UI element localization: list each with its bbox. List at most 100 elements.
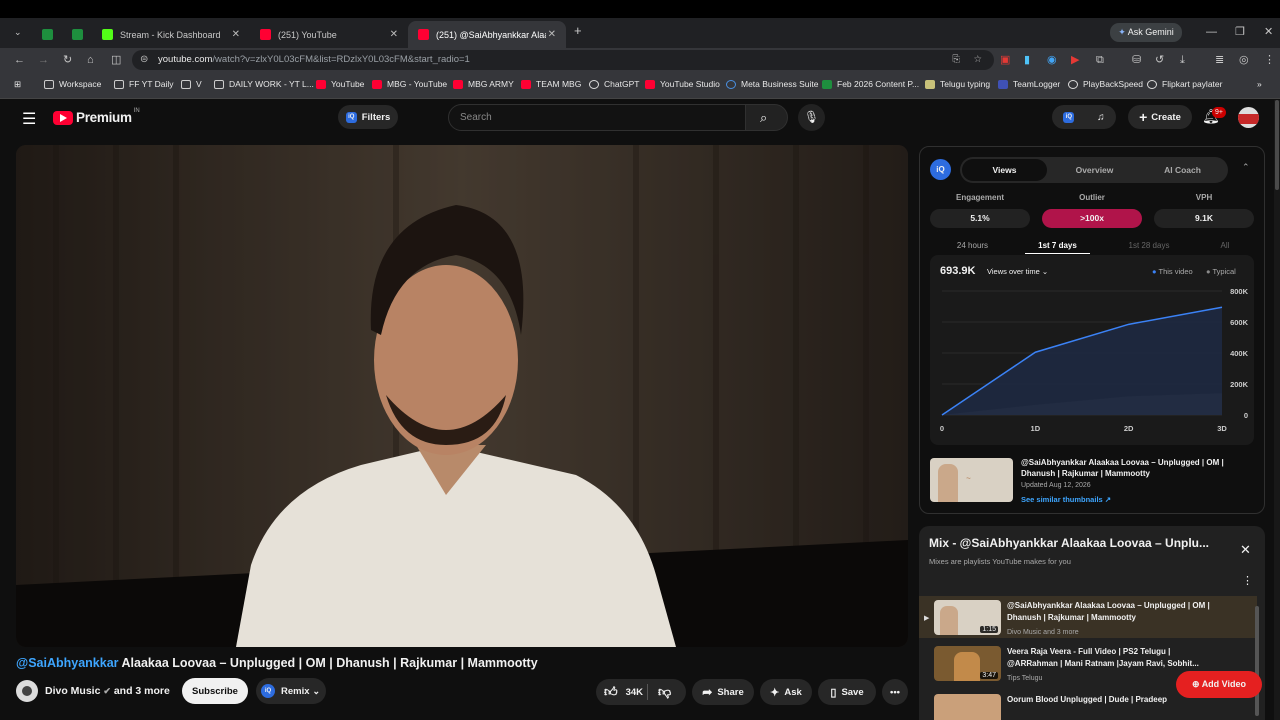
site-info-icon[interactable]: ⊜ bbox=[140, 50, 148, 70]
like-icon[interactable]: 👍︎ bbox=[604, 684, 618, 700]
page-scrollbar[interactable] bbox=[1274, 100, 1280, 720]
range-first-28-days[interactable]: 1st 28 days bbox=[1114, 241, 1184, 250]
tab-sheets-2[interactable] bbox=[62, 21, 88, 48]
see-similar-thumbnails-link[interactable]: See similar thumbnails ↗ bbox=[1021, 495, 1111, 504]
tab-overview[interactable]: Overview bbox=[1052, 159, 1137, 181]
extensions-puzzle-icon[interactable]: ⧉ bbox=[1096, 53, 1104, 67]
apps-grid-icon[interactable]: ⊞ bbox=[14, 79, 21, 90]
bookmark-ff-yt-daily[interactable]: FF YT Daily bbox=[114, 79, 174, 89]
search-button[interactable]: ⌕ bbox=[745, 104, 788, 131]
close-icon[interactable]: ✕ bbox=[390, 29, 398, 40]
gemini-icon: ✦ bbox=[1118, 27, 1128, 37]
avatar[interactable] bbox=[1238, 107, 1259, 128]
filters-button[interactable]: iQ Filters bbox=[338, 105, 398, 129]
youtube-premium-logo[interactable]: Premium IN bbox=[53, 108, 140, 125]
install-app-icon[interactable]: ⎘ bbox=[952, 50, 960, 70]
more-vertical-icon[interactable]: ⋮ bbox=[1242, 574, 1253, 587]
browser-menu-icon[interactable]: ⋮ bbox=[1264, 53, 1275, 67]
more-actions-button[interactable]: ••• bbox=[882, 679, 908, 705]
like-dislike-group: 👍︎ 34K 👎︎ bbox=[596, 679, 686, 705]
add-video-icon: ⊕ bbox=[1191, 679, 1202, 689]
extension-5-icon[interactable]: ⛁ bbox=[1132, 53, 1141, 67]
bookmark-mbg-army[interactable]: MBG ARMY bbox=[453, 79, 514, 89]
reload-icon[interactable]: ↻ bbox=[63, 53, 72, 67]
remix-button[interactable]: iQ Remix ⌄ bbox=[256, 678, 326, 704]
more-bookmarks-icon[interactable]: » bbox=[1257, 79, 1262, 89]
bookmark-workspace[interactable]: Workspace bbox=[44, 79, 101, 89]
tab-ai-coach[interactable]: AI Coach bbox=[1140, 159, 1225, 181]
more-horizontal-icon: ••• bbox=[890, 686, 900, 698]
tab-search-icon[interactable]: ⌄ bbox=[14, 25, 22, 39]
bookmark-team-mbg[interactable]: TEAM MBG bbox=[521, 79, 581, 89]
extension-3-icon[interactable]: ◉ bbox=[1047, 53, 1057, 67]
bookmark-daily-work[interactable]: DAILY WORK - YT L... bbox=[214, 79, 314, 89]
back-icon[interactable]: ← bbox=[14, 53, 25, 67]
forward-icon[interactable]: → bbox=[38, 53, 49, 67]
channel-avatar[interactable] bbox=[16, 680, 38, 702]
bookmark-mbg-youtube[interactable]: MBG - YouTube bbox=[372, 79, 447, 89]
channel-name[interactable]: Divo Music ✔ and 3 more bbox=[45, 685, 170, 697]
bookmark-telugu-typing[interactable]: Telugu typing bbox=[925, 79, 990, 89]
vidiq-icon: iQ bbox=[261, 684, 275, 698]
bookmark-v[interactable]: V bbox=[181, 79, 202, 89]
subscribe-button[interactable]: Subscribe bbox=[182, 678, 248, 704]
collapse-icon[interactable]: ⌃ bbox=[1242, 162, 1250, 173]
tab-search-icon[interactable]: ≣ bbox=[1215, 53, 1224, 67]
tab-youtube[interactable]: (251) YouTube ✕ bbox=[250, 21, 408, 48]
video-title: @SaiAbhyankkar Alaakaa Loovaa – Unplugge… bbox=[16, 656, 538, 670]
save-button[interactable]: ▯ Save bbox=[818, 679, 876, 705]
bookmark-youtube[interactable]: YouTube bbox=[316, 79, 364, 89]
menu-icon[interactable]: ☰ bbox=[22, 109, 36, 129]
bookmarks-bar: ⊞ Workspace FF YT Daily V DAILY WORK - Y… bbox=[0, 72, 1280, 99]
bookmark-playbackspeed[interactable]: PlayBackSpeed bbox=[1068, 79, 1143, 89]
window-close-icon[interactable]: ✕ bbox=[1264, 25, 1273, 39]
bookmark-teamlogger[interactable]: TeamLogger bbox=[998, 79, 1060, 89]
bookmark-star-icon[interactable]: ☆ bbox=[973, 50, 982, 70]
tab-current-video[interactable]: (251) @SaiAbhyankkar Alaakaa✕ bbox=[408, 21, 566, 48]
tab-kick-dashboard[interactable]: Stream - Kick Dashboard ✕ bbox=[92, 21, 250, 48]
bookmark-youtube-studio[interactable]: YouTube Studio bbox=[645, 79, 720, 89]
title-hashtag-link[interactable]: @SaiAbhyankkar bbox=[16, 656, 119, 670]
extension-4-icon[interactable]: ▶ bbox=[1071, 53, 1079, 67]
playlist-item-current[interactable]: ▶ 1:15 @SaiAbhyankkar Alaakaa Loovaa – U… bbox=[919, 596, 1257, 638]
download-icon[interactable]: ⤓ bbox=[1180, 53, 1185, 67]
search-input[interactable]: Search bbox=[448, 104, 746, 131]
create-button[interactable]: + Create bbox=[1128, 105, 1192, 129]
home-icon[interactable]: ⌂ bbox=[87, 53, 94, 67]
playlist-scrollbar[interactable] bbox=[1255, 606, 1259, 716]
new-tab-icon[interactable]: + bbox=[574, 24, 582, 38]
tab-sheets-1[interactable] bbox=[32, 21, 58, 48]
bookmark-feb-content[interactable]: Feb 2026 Content P... bbox=[822, 79, 919, 89]
range-24-hours[interactable]: 24 hours bbox=[940, 241, 1005, 250]
vidiq-toolbar[interactable]: iQ ♫ bbox=[1052, 105, 1116, 129]
bookmark-icon: ▯ bbox=[830, 686, 837, 699]
ask-button[interactable]: ✦ Ask bbox=[760, 679, 812, 705]
ask-gemini-button[interactable]: ✦ Ask Gemini bbox=[1110, 23, 1182, 42]
voice-search-button[interactable]: 🎙︎ bbox=[798, 104, 825, 131]
close-icon[interactable]: ✕ bbox=[1240, 542, 1251, 558]
tab-views[interactable]: Views bbox=[962, 159, 1047, 181]
history-icon[interactable]: ↺ bbox=[1155, 53, 1164, 67]
restore-icon[interactable]: ❐ bbox=[1235, 25, 1245, 39]
profile-icon[interactable]: ◎ bbox=[1239, 53, 1249, 67]
address-bar[interactable]: ⊜ youtube.com/watch?v=zlxY0L03cFM&list=R… bbox=[132, 50, 994, 70]
range-all[interactable]: All bbox=[1210, 241, 1240, 250]
minimize-icon[interactable]: — bbox=[1206, 25, 1217, 39]
close-icon[interactable]: ✕ bbox=[548, 29, 556, 40]
views-over-time-dropdown[interactable]: Views over time ⌄ bbox=[987, 267, 1048, 276]
bookmark-meta-business[interactable]: Meta Business Suite bbox=[726, 79, 818, 89]
add-video-button[interactable]: ⊕ Add Video bbox=[1176, 671, 1262, 698]
extension-1-icon[interactable]: ▣ bbox=[1000, 53, 1010, 67]
close-icon[interactable]: ✕ bbox=[232, 29, 240, 40]
video-player[interactable] bbox=[16, 145, 908, 647]
dislike-icon[interactable]: 👎︎ bbox=[658, 684, 671, 700]
chevron-down-icon: ⌄ bbox=[312, 685, 320, 696]
bookmark-flipkart[interactable]: Flipkart paylater bbox=[1147, 79, 1222, 89]
thumbnail-preview[interactable]: ~ bbox=[930, 458, 1013, 502]
bookmark-chatgpt[interactable]: ChatGPT bbox=[589, 79, 639, 89]
split-view-icon[interactable]: ◫ bbox=[111, 53, 121, 67]
share-button[interactable]: ➦ Share bbox=[692, 679, 754, 705]
sheets-icon bbox=[72, 29, 83, 40]
range-first-7-days[interactable]: 1st 7 days bbox=[1025, 241, 1090, 250]
extension-2-icon[interactable]: ▮ bbox=[1024, 53, 1030, 67]
